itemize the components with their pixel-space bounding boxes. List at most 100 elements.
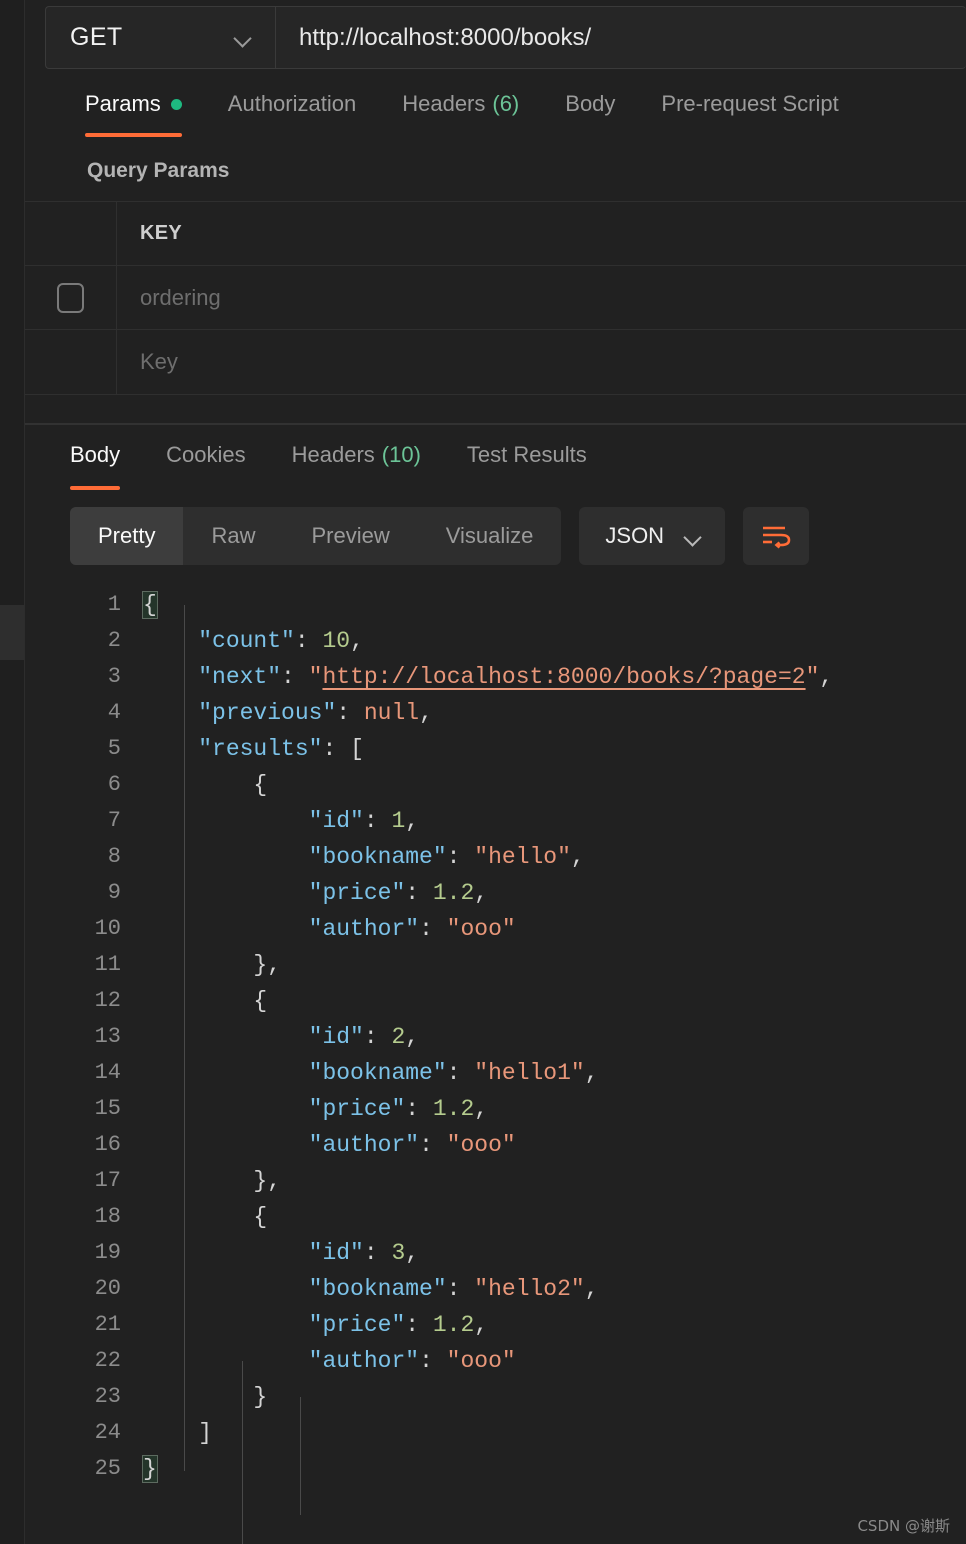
code-line-text: "results": [	[143, 731, 364, 767]
code-line-text: {	[143, 1199, 267, 1235]
code-token: "price"	[308, 1096, 406, 1122]
request-tab-headers[interactable]: Headers (6)	[402, 77, 519, 137]
code-line: 20 "bookname": "hello2",	[25, 1271, 966, 1307]
code-token: "hello"	[474, 844, 571, 870]
code-line-text: "price": 1.2,	[143, 1091, 488, 1127]
line-number: 24	[94, 1420, 121, 1445]
line-number: 6	[107, 772, 121, 797]
response-tab-cookies[interactable]: Cookies	[166, 425, 245, 490]
response-tab-test-results[interactable]: Test Results	[467, 425, 587, 490]
table-bottom-spacer	[25, 395, 966, 423]
code-line: 4 "previous": null,	[25, 695, 966, 731]
code-line: 24 ]	[25, 1415, 966, 1451]
code-line: 11 },	[25, 947, 966, 983]
response-format-dropdown[interactable]: JSON	[579, 507, 726, 565]
code-line-text: "price": 1.2,	[143, 1307, 488, 1343]
code-token: :	[405, 1096, 433, 1122]
response-body-viewer[interactable]: 1{2 "count": 10, 3 "next": "http://localh…	[25, 579, 966, 1544]
code-token: :	[446, 1060, 475, 1086]
view-mode-visualize[interactable]: Visualize	[418, 507, 562, 565]
response-tab-count: (10)	[381, 441, 421, 467]
table-row[interactable]: Key	[25, 330, 966, 394]
request-tab-label: Body	[565, 91, 616, 116]
code-line: 13 "id": 2,	[25, 1019, 966, 1055]
code-token: "id"	[308, 1240, 364, 1266]
code-line-text: "id": 1,	[143, 803, 419, 839]
sidebar-resize-handle[interactable]	[0, 605, 24, 660]
row-key-placeholder: Key	[140, 349, 178, 374]
response-tab-headers[interactable]: Headers (10)	[292, 425, 421, 490]
row-key-input[interactable]: Key	[117, 330, 966, 394]
code-token: :	[363, 1240, 392, 1266]
code-token: ,	[474, 1096, 489, 1122]
view-mode-preview[interactable]: Preview	[283, 507, 417, 565]
request-tab-body[interactable]: Body	[565, 77, 615, 137]
query-params-table: KEY ordering Key	[25, 201, 966, 395]
code-token: "ooo"	[446, 1348, 516, 1374]
code-line: 6 {	[25, 767, 966, 803]
code-token: :	[405, 880, 433, 906]
word-wrap-icon	[763, 526, 791, 549]
code-token[interactable]: http://localhost:8000/books/?page=2	[322, 664, 805, 690]
row-key-value: ordering	[140, 284, 221, 310]
code-line-text: {	[143, 767, 267, 803]
code-token: }	[142, 1455, 158, 1483]
code-line-text: "author": "ooo"	[143, 911, 516, 947]
code-token: 3	[391, 1240, 406, 1266]
row-key-input[interactable]: ordering	[117, 266, 966, 329]
code-token: {	[143, 772, 268, 798]
row-checkbox[interactable]	[57, 282, 84, 313]
code-lines: 1{2 "count": 10, 3 "next": "http://localh…	[25, 587, 966, 1487]
query-params-title: Query Params	[87, 159, 230, 182]
code-token: :	[294, 628, 323, 654]
response-view-mode-group: Pretty Raw Preview Visualize	[70, 507, 562, 565]
line-number: 5	[107, 736, 121, 761]
code-token: :	[336, 700, 364, 726]
watermark: CSDN @谢斯	[857, 1517, 950, 1535]
request-tab-params[interactable]: Params	[85, 77, 182, 137]
code-token: "price"	[308, 880, 406, 906]
request-tab-pre-request-script[interactable]: Pre-request Script	[661, 77, 838, 137]
code-token: :	[419, 1348, 447, 1374]
code-token: ,	[584, 1060, 599, 1086]
view-mode-raw[interactable]: Raw	[183, 507, 283, 565]
code-line: 5 "results": [	[25, 731, 966, 767]
code-line-text: "author": "ooo"	[143, 1343, 516, 1379]
line-number: 7	[107, 808, 121, 833]
http-method-dropdown[interactable]: GET	[45, 6, 275, 69]
code-token: :	[281, 664, 309, 690]
code-token: :	[446, 844, 475, 870]
line-number: 19	[94, 1240, 121, 1265]
code-line: 14 "bookname": "hello1",	[25, 1055, 966, 1091]
line-number: 21	[94, 1312, 121, 1337]
table-row[interactable]: ordering	[25, 266, 966, 330]
code-token: }	[143, 1384, 268, 1410]
code-token: "next"	[198, 664, 282, 690]
request-tab-label: Authorization	[227, 91, 357, 116]
request-tab-authorization[interactable]: Authorization	[228, 77, 356, 137]
response-tab-body[interactable]: Body	[70, 425, 121, 490]
code-token: 2	[391, 1024, 406, 1050]
code-line-text: "id": 2,	[143, 1019, 419, 1055]
code-line: 3 "next": "http://localhost:8000/books/?…	[25, 659, 966, 695]
code-line: 9 "price": 1.2,	[25, 875, 966, 911]
word-wrap-button[interactable]	[743, 507, 810, 565]
code-line: 18 {	[25, 1199, 966, 1235]
code-token: "author"	[308, 916, 420, 942]
code-token: :	[363, 1024, 392, 1050]
response-tab-label: Test Results	[466, 441, 587, 467]
response-tab-label: Headers	[291, 441, 375, 467]
row-checkbox-cell	[25, 266, 117, 329]
code-line: 19 "id": 3,	[25, 1235, 966, 1271]
code-line: 2 "count": 10,	[25, 623, 966, 659]
line-number: 22	[94, 1348, 121, 1373]
code-line-text: {	[143, 983, 267, 1019]
code-token: 10	[322, 628, 351, 654]
url-input[interactable]: http://localhost:8000/books/	[275, 6, 966, 69]
postman-window: GET http://localhost:8000/books/ Params A…	[0, 0, 966, 1544]
chevron-down-icon	[234, 32, 253, 43]
view-mode-pretty[interactable]: Pretty	[70, 507, 184, 565]
code-token: ,	[474, 880, 489, 906]
